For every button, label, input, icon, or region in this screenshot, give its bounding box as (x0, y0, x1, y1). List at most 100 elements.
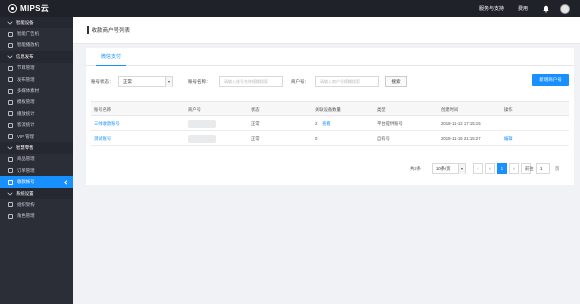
sidebar-group-retail[interactable]: 智慧零售 (0, 142, 73, 154)
type-cell: 自有号 (377, 136, 390, 141)
vip-icon (8, 134, 13, 140)
sidebar-item-roles[interactable]: 角色管理 (0, 211, 73, 222)
product-icon (8, 156, 13, 162)
sidebar-item-release[interactable]: 发布管理 (0, 74, 73, 85)
sidebar-item-label: 系统设置 (16, 190, 34, 196)
sidebar-item-orders[interactable]: 订单管理 (0, 165, 73, 176)
sidebar-item-payment-accounts[interactable]: 收款帐号 (0, 176, 73, 188)
sidebar-item-label: 节目管理 (17, 65, 35, 71)
account-name-label: 账号名称： (188, 78, 211, 84)
send-icon (8, 77, 13, 83)
sidebar-item-programs[interactable]: 节目管理 (0, 63, 73, 74)
logo[interactable]: MIPS云 (8, 3, 49, 14)
status-filter-label: 账号状态： (91, 78, 114, 84)
first-page-button[interactable]: « (485, 163, 495, 174)
wallet-icon (8, 179, 13, 185)
column-header: 状态 (251, 107, 260, 112)
search-button[interactable]: 搜索 (385, 76, 407, 87)
sidebar-item-play-stats[interactable]: 播放统计 (0, 108, 73, 119)
account-name-link[interactable]: 三帅收款账号 (94, 116, 120, 131)
sidebar-item-label: 多媒体素材 (17, 88, 39, 94)
table-row: 三帅收款账号 正常 2 查看 平台提供账号 2018-11-12 17:15:1… (91, 116, 569, 131)
filter-bar: 账号状态： 正常 账号名称： 请输入账号名称模糊搜索 商户号： 请输入商户号模糊… (86, 74, 574, 88)
sidebar-item-label: VIP 管理 (17, 133, 34, 139)
account-name-link[interactable]: 测试账号 (94, 131, 111, 146)
status-cell: 正常 (251, 121, 260, 126)
prev-page-button[interactable]: ‹ (473, 163, 483, 174)
sidebar-item-label: 订单管理 (17, 167, 35, 173)
title-marker (87, 26, 89, 34)
column-header: 创建时间 (441, 107, 459, 112)
traffic-icon (8, 122, 13, 128)
sidebar-item-label: 智能广告机 (17, 31, 39, 37)
logo-text: MIPS云 (20, 4, 50, 13)
chevron-icon (7, 144, 13, 150)
sidebar-item-label: 组织架构 (17, 201, 35, 207)
template-icon (8, 99, 13, 105)
merchant-id-label: 商户号： (291, 78, 309, 84)
sidebar-item-label: 客流统计 (17, 122, 35, 128)
sidebar-group-settings[interactable]: 系统设置 (0, 187, 73, 200)
program-icon (8, 65, 13, 71)
sidebar-item-media[interactable]: 多媒体素材 (0, 85, 73, 96)
player-icon (8, 42, 13, 48)
page-header: 收款商户号列表 (73, 17, 580, 44)
page-number-button[interactable]: 1 (497, 163, 507, 174)
chevron-left-icon (64, 180, 69, 185)
fees-link[interactable]: 费用 (518, 5, 528, 12)
column-header: 账号名称 (94, 107, 112, 112)
sidebar-item-label: 角色管理 (17, 213, 35, 219)
page-suffix: 页 (555, 165, 560, 171)
status-select[interactable]: 正常 (118, 76, 173, 87)
edit-link[interactable]: 编辑 (504, 131, 513, 146)
sidebar-item-traffic-stats[interactable]: 客流统计 (0, 120, 73, 131)
column-header: 商户号 (188, 107, 201, 112)
chevron-down-icon (458, 164, 465, 174)
column-header: 类型 (377, 107, 386, 112)
sidebar-item-templates[interactable]: 模板管理 (0, 97, 73, 108)
sidebar-item-vip[interactable]: VIP 管理 (0, 131, 73, 142)
account-name-placeholder: 请输入账号名称模糊搜索 (224, 79, 268, 84)
sidebar-item-label: 收款帐号 (17, 179, 35, 185)
sidebar-group-publishing[interactable]: 信息发布 (0, 51, 73, 63)
sidebar-item-label: 信息发布 (16, 53, 34, 59)
chevron-down-icon (165, 77, 172, 87)
type-cell: 平台提供账号 (377, 121, 403, 126)
table-row: 测试账号 正常 0 自有号 2018-11-15 21:15:27 编辑 (91, 131, 569, 146)
page-size-select[interactable]: 10条/页 (432, 163, 466, 174)
last-page-button[interactable]: » (509, 163, 519, 174)
device-count-cell: 2 (315, 121, 318, 126)
sidebar-group-smart-devices[interactable]: 智能设备 (0, 17, 73, 29)
bell-icon[interactable] (542, 5, 550, 13)
merchant-id-input[interactable]: 请输入商户号模糊搜索 (315, 76, 379, 87)
sidebar-item-organization[interactable]: 组织架构 (0, 199, 73, 210)
org-icon (8, 202, 13, 208)
sidebar-item-products[interactable]: 商品管理 (0, 154, 73, 165)
add-merchant-button[interactable]: 新增商户号 (532, 74, 569, 86)
order-icon (8, 168, 13, 174)
account-name-input[interactable]: 请输入账号名称模糊搜索 (219, 76, 283, 87)
sidebar-item-label: 智能设备 (16, 19, 34, 25)
pagination: 共2条 10条/页 ‹ « 1 » › 前往 1 页 (86, 163, 574, 175)
monitor-icon (8, 31, 13, 37)
created-time-cell: 2018-11-12 17:15:15 (441, 121, 481, 126)
avatar[interactable] (560, 3, 570, 14)
goto-page-input[interactable]: 1 (536, 163, 550, 174)
view-devices-link[interactable]: 查看 (322, 116, 331, 131)
tab-wechat-pay[interactable]: 微信支付 (96, 48, 126, 66)
sidebar-item-player[interactable]: 智能播放机 (0, 40, 73, 51)
chevron-icon (7, 189, 13, 196)
merchant-id-cell (188, 131, 216, 146)
sidebar-item-ad-machine[interactable]: 智能广告机 (0, 28, 73, 39)
sidebar-item-label: 模板管理 (17, 99, 35, 105)
goto-label: 前往 (525, 165, 534, 171)
merchant-table: 账号名称 商户号 状态 关联设备数量 类型 创建时间 操作 三帅收款账号 正常 … (91, 101, 569, 146)
created-time-cell: 2018-11-15 21:15:27 (441, 136, 481, 141)
user-icon (8, 213, 13, 219)
redacted-value (188, 119, 216, 128)
service-support-link[interactable]: 服务与支持 (479, 5, 504, 12)
sidebar-item-label: 播放统计 (17, 110, 35, 116)
redacted-value (188, 134, 216, 143)
table-header: 账号名称 商户号 状态 关联设备数量 类型 创建时间 操作 (91, 101, 569, 116)
goto-page-value: 1 (540, 166, 543, 171)
